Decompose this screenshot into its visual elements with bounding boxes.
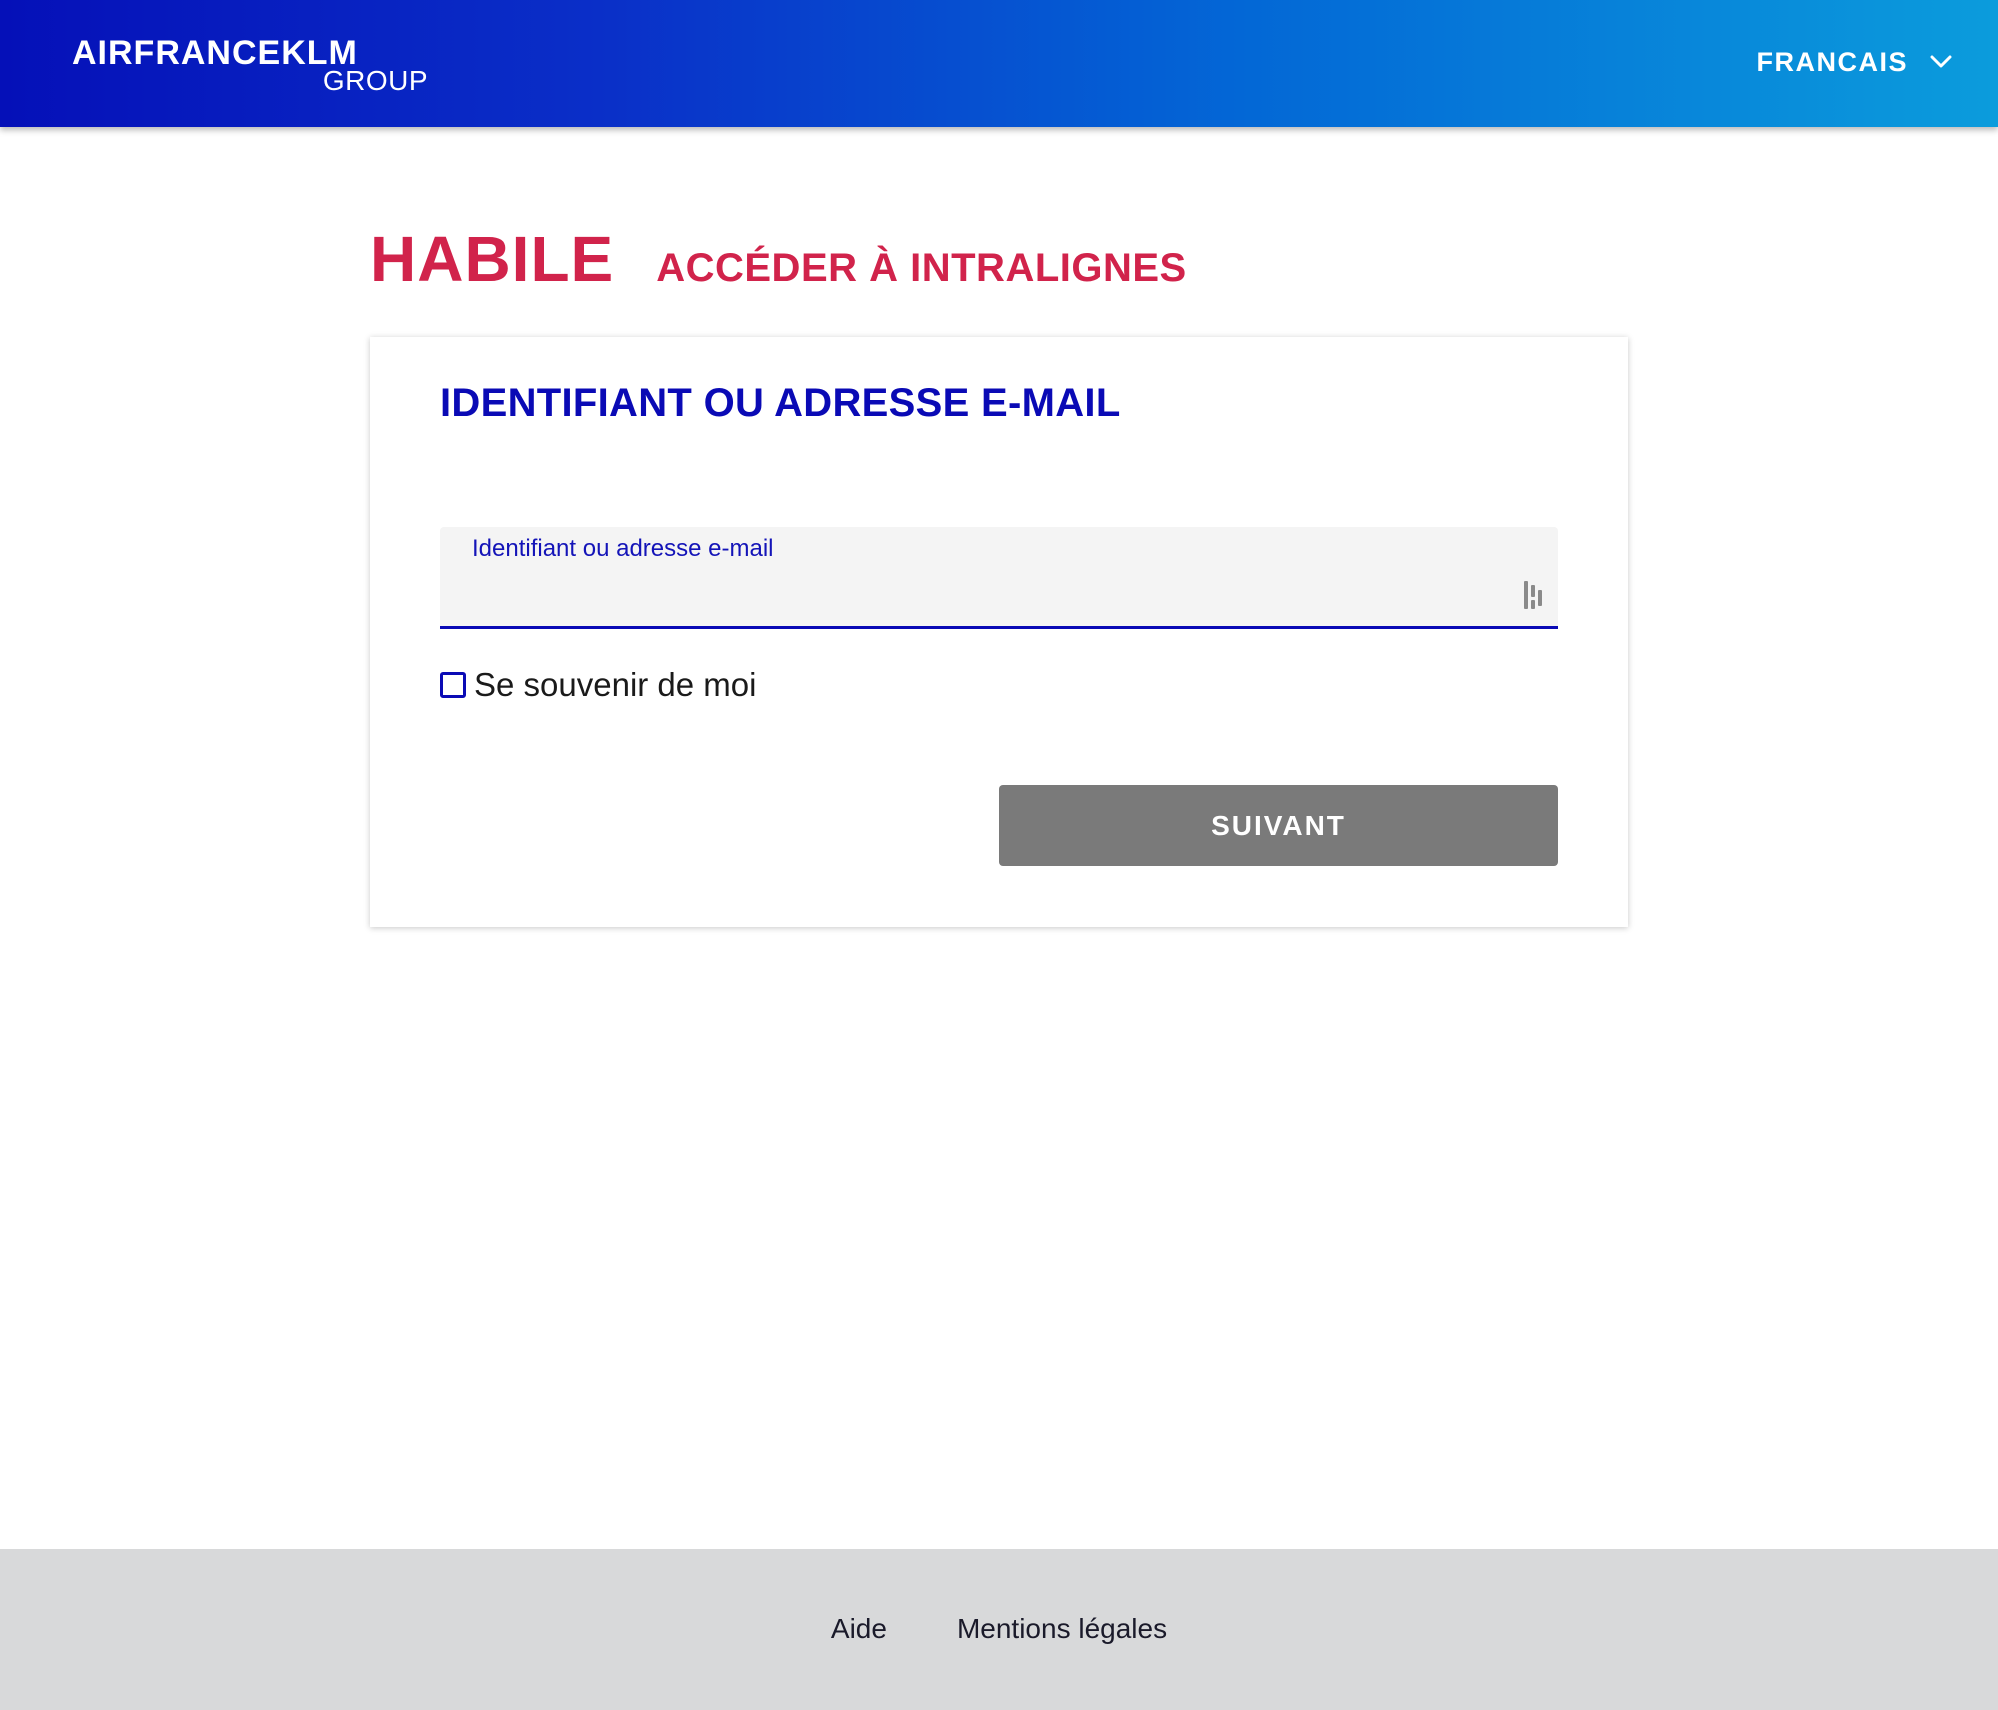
remember-me-checkbox[interactable] xyxy=(440,672,466,698)
chevron-down-icon xyxy=(1930,55,1952,69)
username-field[interactable]: Identifiant ou adresse e-mail xyxy=(440,527,1558,629)
page-title: HABILE xyxy=(370,223,615,295)
username-input[interactable] xyxy=(472,575,1482,615)
page-title-row: HABILE ACCÉDER À INTRALIGNES xyxy=(370,222,1187,302)
language-label: FRANCAIS xyxy=(1756,46,1908,77)
next-button[interactable]: SUIVANT xyxy=(999,785,1558,866)
airfrance-klm-logo: AIRFRANCEKLM GROUP xyxy=(72,36,432,96)
username-label: Identifiant ou adresse e-mail xyxy=(472,535,774,562)
login-card: IDENTIFIANT OU ADRESSE E-MAIL Identifian… xyxy=(370,337,1628,927)
password-manager-icon[interactable] xyxy=(1522,579,1546,611)
footer-link-legal[interactable]: Mentions légales xyxy=(957,1613,1167,1645)
footer-link-help[interactable]: Aide xyxy=(831,1613,887,1645)
top-header: AIRFRANCEKLM GROUP FRANCAIS xyxy=(0,0,1998,127)
logo-wordmark: AIRFRANCEKLM xyxy=(72,34,358,72)
language-selector[interactable]: FRANCAIS xyxy=(1757,44,1953,80)
logo-group-text: GROUP xyxy=(322,65,428,96)
login-heading: IDENTIFIANT OU ADRESSE E-MAIL xyxy=(440,381,1121,425)
footer: Aide Mentions légales xyxy=(0,1549,1998,1710)
page-subtitle: ACCÉDER À INTRALIGNES xyxy=(656,246,1187,290)
remember-me-label: Se souvenir de moi xyxy=(474,666,757,703)
remember-me-option[interactable]: Se souvenir de moi xyxy=(440,665,756,705)
footer-links: Aide Mentions légales xyxy=(0,1613,1998,1645)
